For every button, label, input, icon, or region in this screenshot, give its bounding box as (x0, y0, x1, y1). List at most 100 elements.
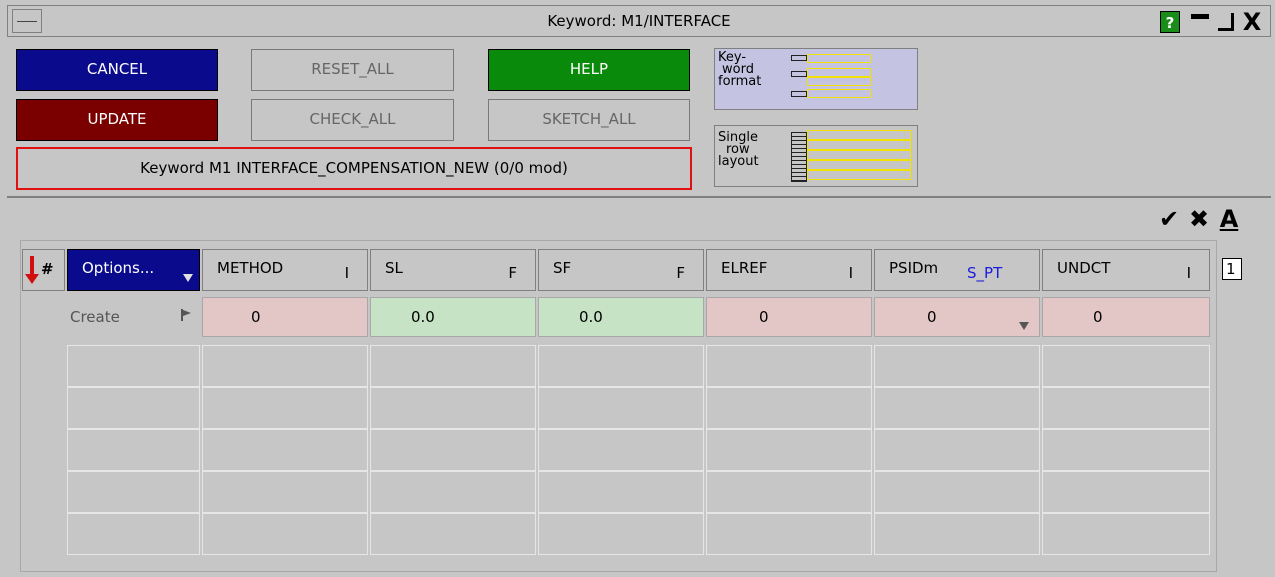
table-cell[interactable] (67, 513, 200, 555)
create-flag-icon (181, 309, 191, 321)
table-cell[interactable] (370, 345, 536, 387)
table-cell[interactable] (538, 429, 704, 471)
font-a-icon[interactable]: A (1216, 205, 1242, 233)
maximize-button[interactable] (1214, 11, 1238, 33)
table-cell[interactable] (874, 429, 1040, 471)
title-bar: Keyword: M1/INTERFACE ? X (7, 5, 1271, 37)
cell-value: 0 (759, 308, 769, 326)
table-cell[interactable] (1042, 345, 1210, 387)
create-label: Create (70, 308, 120, 326)
table-cell[interactable] (1042, 387, 1210, 429)
table-cell[interactable] (202, 387, 368, 429)
table-cell[interactable] (202, 345, 368, 387)
table-cell[interactable] (706, 387, 872, 429)
divider (7, 196, 1271, 198)
table-cell[interactable] (706, 471, 872, 513)
column-header-undct[interactable]: UNDCT I (1042, 249, 1210, 291)
cell-value: 0.0 (411, 308, 435, 326)
help-button[interactable]: HELP (488, 49, 690, 91)
method-input[interactable]: 0 (202, 297, 368, 337)
column-name: SL (385, 259, 403, 277)
column-type: F (508, 264, 517, 282)
cell-value: 0 (927, 308, 937, 326)
table-cell[interactable] (706, 513, 872, 555)
keyword-format-button[interactable]: Key- word format (714, 48, 918, 110)
column-header-elref[interactable]: ELREF I (706, 249, 872, 291)
table-cell[interactable] (874, 513, 1040, 555)
cell-value: 0 (1093, 308, 1103, 326)
chevron-down-icon (1019, 322, 1029, 330)
table-cell[interactable] (874, 387, 1040, 429)
options-label: Options... (82, 259, 155, 277)
table-cell[interactable] (370, 387, 536, 429)
check-icon[interactable]: ✔ (1156, 205, 1182, 233)
table-cell[interactable] (1042, 471, 1210, 513)
row-count-field[interactable]: 1 (1222, 258, 1242, 280)
cell-value: 0.0 (579, 308, 603, 326)
table-cell[interactable] (1042, 513, 1210, 555)
column-header-psidm[interactable]: PSIDm S_PT (874, 249, 1040, 291)
table-cell[interactable] (706, 429, 872, 471)
undct-input[interactable]: 0 (1042, 297, 1210, 337)
check-all-button[interactable]: CHECK_ALL (251, 99, 454, 141)
table-cell[interactable] (202, 429, 368, 471)
table-cell[interactable] (874, 345, 1040, 387)
maximize-icon (1218, 13, 1234, 31)
update-button[interactable]: UPDATE (16, 99, 218, 141)
column-type: F (676, 264, 685, 282)
table-cell[interactable] (67, 387, 200, 429)
table-cell[interactable] (538, 471, 704, 513)
column-type: I (1186, 264, 1191, 282)
sl-input[interactable]: 0.0 (370, 297, 536, 337)
close-icon[interactable]: X (1240, 10, 1264, 34)
table-cell[interactable] (874, 471, 1040, 513)
cancel-button[interactable]: CANCEL (16, 49, 218, 91)
column-name: SF (553, 259, 572, 277)
table-cell[interactable] (202, 513, 368, 555)
hash-label: # (41, 260, 54, 278)
psidm-input[interactable]: 0 (874, 297, 1040, 337)
table-cell[interactable] (67, 471, 200, 513)
column-name: METHOD (217, 259, 284, 277)
table-cell[interactable] (67, 345, 200, 387)
table-cell[interactable] (538, 387, 704, 429)
table-cell[interactable] (202, 471, 368, 513)
minimize-icon (1191, 14, 1209, 19)
keyword-format-label: Key- word format (718, 51, 762, 89)
column-name: PSIDm (889, 259, 939, 277)
column-header-sf[interactable]: SF F (538, 249, 704, 291)
table-cell[interactable] (370, 513, 536, 555)
minimize-button[interactable] (1188, 11, 1212, 33)
column-type: I (848, 264, 853, 282)
create-row-button[interactable]: Create (22, 297, 200, 337)
options-dropdown[interactable]: Options... (67, 249, 200, 291)
table-cell[interactable] (538, 513, 704, 555)
cell-value: 0 (251, 308, 261, 326)
format-label-line: format (718, 74, 762, 89)
column-name: UNDCT (1057, 259, 1111, 277)
sf-input[interactable]: 0.0 (538, 297, 704, 337)
table-cell[interactable] (370, 471, 536, 513)
table-cell[interactable] (370, 429, 536, 471)
chevron-down-icon (183, 274, 193, 282)
column-header-sl[interactable]: SL F (370, 249, 536, 291)
column-type: S_PT (967, 264, 1003, 282)
column-header-method[interactable]: METHOD I (202, 249, 368, 291)
cross-icon[interactable]: ✖ (1186, 205, 1212, 233)
single-row-layout-label: Single row layout (718, 131, 759, 169)
column-name: ELREF (721, 259, 768, 277)
help-icon[interactable]: ? (1160, 11, 1180, 33)
down-arrow-icon (25, 256, 39, 284)
elref-input[interactable]: 0 (706, 297, 872, 337)
single-row-layout-button[interactable]: Single row layout (714, 125, 918, 187)
keyword-status: Keyword M1 INTERFACE_COMPENSATION_NEW (0… (16, 147, 692, 190)
table-cell[interactable] (67, 429, 200, 471)
sketch-all-button[interactable]: SKETCH_ALL (488, 99, 690, 141)
table-cell[interactable] (538, 345, 704, 387)
table-cell[interactable] (1042, 429, 1210, 471)
table-cell[interactable] (706, 345, 872, 387)
reset-all-button[interactable]: RESET_ALL (251, 49, 454, 91)
column-type: I (344, 264, 349, 282)
sort-header[interactable]: # (22, 249, 65, 291)
layout-label-line: layout (718, 154, 759, 169)
